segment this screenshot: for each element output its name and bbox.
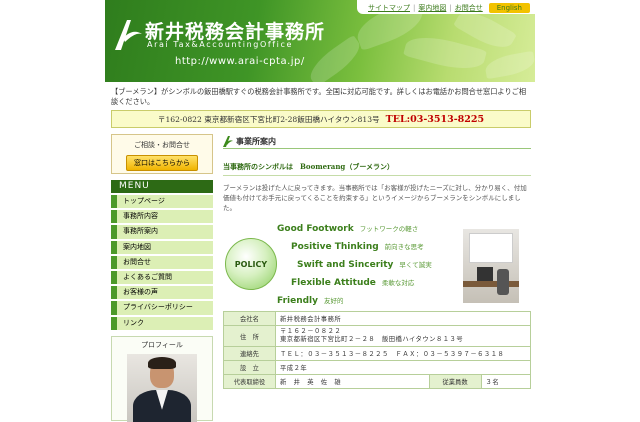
sidebar: ご相談・お問合せ 窓口はこちらから MENU トップページ 事務所内容 事務所案… — [111, 134, 213, 422]
table-row: 会社名 新井税務会計事務所 — [223, 311, 531, 326]
policy-item: Positive Thinking 前向きな思考 — [291, 242, 424, 252]
policy-circle: POLICY — [225, 238, 277, 290]
top-links: サイトマップ | 案内地図 | お問合せ English — [357, 0, 535, 14]
boomerang-logo-icon — [115, 20, 142, 50]
link-contact[interactable]: お問合せ — [455, 3, 483, 13]
table-label: 設 立 — [223, 360, 276, 375]
office-photo — [463, 229, 519, 303]
policy-item: Friendly 友好的 — [277, 296, 344, 306]
menu-item-contact[interactable]: お問合せ — [111, 255, 213, 269]
policy-item: Flexible Attitude 柔軟な対応 — [291, 278, 415, 288]
table-value: ３名 — [480, 374, 532, 389]
contact-box: ご相談・お問合せ 窓口はこちらから — [111, 134, 213, 174]
table-value: 〒１６２－０８２２ 東京都新宿区下宮比町２－２８ 飯田橋ハイタウン８１３号 — [275, 325, 531, 347]
table-row: 設 立 平成２年 — [223, 360, 531, 375]
menu-item-links[interactable]: リンク — [111, 316, 213, 330]
divider: | — [449, 4, 452, 12]
divider: | — [413, 4, 416, 12]
table-row: 住 所 〒１６２－０８２２ 東京都新宿区下宮比町２－２８ 飯田橋ハイタウン８１３… — [223, 325, 531, 347]
symbol-heading: 当事務所のシンボルは Boomerang（ブーメラン） — [223, 162, 531, 176]
address-text: 〒162-0822 東京都新宿区下宮比町2-28飯田橋ハイタウン813号 — [157, 114, 380, 124]
menu-heading: MENU — [111, 180, 213, 193]
contact-button[interactable]: 窓口はこちらから — [126, 155, 198, 171]
address-bar: 〒162-0822 東京都新宿区下宮比町2-28飯田橋ハイタウン813号 TEL… — [111, 110, 531, 128]
contact-title: ご相談・お問合せ — [134, 141, 190, 149]
menu-item-privacy[interactable]: プライバシーポリシー — [111, 301, 213, 315]
table-row: 連絡先 ＴＥＬ：０３－３５１３－８２２５ ＦＡＸ：０３－５３９７－６３１８ — [223, 346, 531, 361]
profile-title: プロフィール — [141, 340, 183, 349]
table-label: 住 所 — [223, 325, 276, 347]
menu-item-voices[interactable]: お客様の声 — [111, 286, 213, 300]
logo-subtitle: Arai Tax&AccountingOffice — [147, 40, 294, 49]
page: 新井税務会計事務所 Arai Tax&AccountingOffice http… — [105, 0, 535, 422]
intro-text: 【ブーメラン】がシンボルの飯田橋駅すぐの税務会計事務所です。全国に対応可能です。… — [111, 87, 527, 106]
table-label: 連絡先 — [223, 346, 276, 361]
policy-graphic: POLICY Good Footwork フットワークの軽さ Positive T… — [223, 217, 531, 315]
company-info-table: 会社名 新井税務会計事務所 住 所 〒１６２－０８２２ 東京都新宿区下宮比町２－… — [223, 311, 532, 389]
section-title: 事業所案内 — [223, 134, 531, 149]
profile-box: プロフィール — [111, 335, 213, 422]
main-content: 事業所案内 当事務所のシンボルは Boomerang（ブーメラン） ブーメランは… — [223, 134, 531, 315]
table-value: 新井税務会計事務所 — [275, 311, 531, 326]
table-value: 新 井 英 佐 雄 — [275, 374, 430, 389]
policy-item: Good Footwork フットワークの軽さ — [277, 224, 419, 234]
link-sitemap[interactable]: サイトマップ — [368, 3, 410, 13]
table-label: 代表取締役 — [223, 374, 276, 389]
menu-item-faq[interactable]: よくあるご質問 — [111, 270, 213, 285]
section-title-text: 事業所案内 — [236, 136, 276, 146]
menu-item-office-content[interactable]: 事務所内容 — [111, 210, 213, 224]
menu-item-office-guide[interactable]: 事務所案内 — [111, 225, 213, 239]
table-value: ＴＥＬ：０３－３５１３－８２２５ ＦＡＸ：０３－５３９７－６３１８ — [275, 346, 531, 361]
menu-item-map[interactable]: 案内地図 — [111, 240, 213, 254]
policy-item: Swift and Sincerity 早くて誠実 — [297, 260, 432, 270]
header-banner: 新井税務会計事務所 Arai Tax&AccountingOffice http… — [105, 0, 535, 82]
english-button[interactable]: English — [488, 3, 530, 13]
table-label: 会社名 — [223, 311, 276, 326]
phone-number: TEL:03-3513-8225 — [385, 113, 485, 125]
profile-photo — [127, 353, 197, 422]
symbol-description: ブーメランは投げた人に戻ってきます。当事務所では「お客様が投げたニーズに対し、分… — [223, 184, 527, 212]
table-label: 従業員数 — [428, 374, 482, 389]
menu-item-top[interactable]: トップページ — [111, 195, 213, 209]
table-row: 代表取締役 新 井 英 佐 雄 従業員数 ３名 — [223, 374, 532, 389]
link-map[interactable]: 案内地図 — [418, 3, 446, 13]
boomerang-icon — [223, 135, 233, 147]
site-url: http://www.arai-cpta.jp/ — [175, 56, 305, 67]
table-value: 平成２年 — [275, 360, 531, 375]
